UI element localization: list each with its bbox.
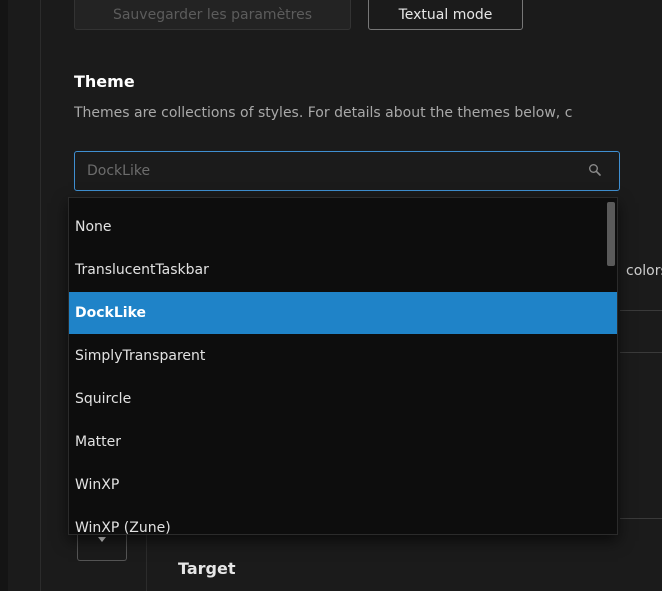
dropdown-option-selected[interactable]: DockLike (69, 292, 617, 334)
sidebar-divider (40, 0, 41, 591)
dropdown-option[interactable]: TranslucentTaskbar (69, 249, 617, 291)
dropdown-option[interactable]: Matter (69, 421, 617, 463)
theme-description: Themes are collections of styles. For de… (74, 105, 573, 121)
background-divider (620, 518, 662, 519)
dropdown-scrollbar[interactable] (607, 202, 615, 266)
search-icon (589, 164, 601, 176)
background-partial-text: colors (626, 263, 662, 279)
theme-heading: Theme (74, 72, 135, 91)
dropdown-option[interactable]: None (69, 206, 617, 248)
panel-divider (146, 530, 147, 591)
dropdown-option[interactable]: WinXP (69, 464, 617, 506)
dropdown-option[interactable]: WinXP (Zune) (69, 507, 617, 534)
chevron-down-icon (98, 537, 106, 542)
theme-search-input[interactable] (74, 151, 620, 191)
dropdown-option[interactable]: Squircle (69, 378, 617, 420)
target-label: Target (178, 559, 236, 578)
settings-page: Sauvegarder les paramètres Textual mode … (0, 0, 662, 591)
theme-dropdown-list[interactable]: None TranslucentTaskbar DockLike SimplyT… (68, 197, 618, 535)
background-divider (620, 310, 662, 311)
dropdown-option[interactable]: SimplyTransparent (69, 335, 617, 377)
background-divider (620, 352, 662, 353)
textual-mode-button[interactable]: Textual mode (368, 0, 523, 30)
left-rail (0, 0, 8, 591)
save-settings-button[interactable]: Sauvegarder les paramètres (74, 0, 351, 30)
